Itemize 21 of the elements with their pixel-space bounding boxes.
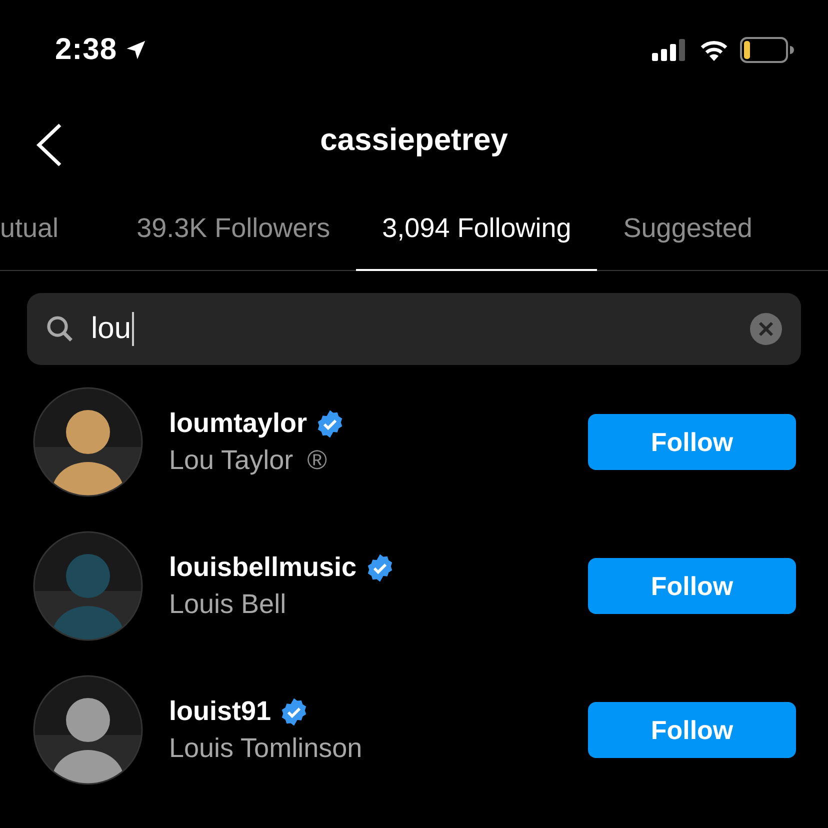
- text-caret: [132, 312, 134, 346]
- full-name: Lou Taylor: [169, 445, 294, 476]
- battery-icon: [740, 37, 794, 63]
- username[interactable]: louist91: [169, 696, 272, 727]
- wifi-icon: [698, 38, 730, 62]
- search-value: lou: [91, 312, 132, 346]
- status-time: 2:38: [55, 33, 118, 67]
- search-field[interactable]: lou: [27, 293, 801, 365]
- tab[interactable]: 3,094 Following: [356, 180, 598, 271]
- full-name: Louis Tomlinson: [169, 733, 362, 764]
- full-name: Louis Bell: [169, 589, 286, 620]
- tab[interactable]: Suggested: [597, 180, 778, 271]
- profile-username-title: cassiepetrey: [320, 122, 508, 158]
- clear-icon[interactable]: [749, 312, 783, 346]
- username[interactable]: loumtaylor: [169, 408, 308, 439]
- registered-mark: ®: [307, 445, 327, 476]
- tab[interactable]: utual: [0, 180, 111, 271]
- signal-icon: [652, 38, 688, 62]
- username[interactable]: louisbellmusic: [169, 552, 357, 583]
- tab[interactable]: 39.3K Followers: [110, 180, 356, 271]
- search-icon: [45, 314, 75, 344]
